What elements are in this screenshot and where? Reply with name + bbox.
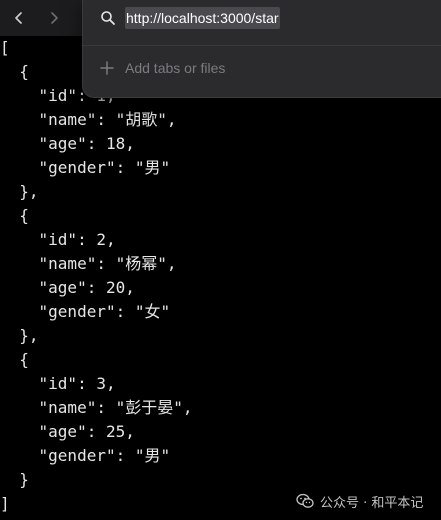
- json-line: }: [0, 470, 29, 489]
- json-line: "age": 25,: [0, 422, 135, 441]
- wechat-icon: [296, 493, 314, 508]
- json-line: {: [0, 206, 29, 225]
- json-line: "name": "胡歌",: [0, 110, 177, 129]
- popup-divider: [83, 45, 441, 46]
- json-line: "name": "彭于晏",: [0, 398, 193, 417]
- chevron-left-icon: [15, 12, 22, 24]
- url-input[interactable]: http://localhost:3000/star: [125, 7, 280, 29]
- json-response-viewer: [ { "id": 1, "name": "胡歌", "age": 18, "g…: [0, 36, 441, 520]
- url-row[interactable]: http://localhost:3000/star: [83, 0, 441, 36]
- json-line: "gender": "男": [0, 158, 171, 177]
- json-line: "name": "杨幂",: [0, 254, 177, 273]
- json-line: "age": 20,: [0, 278, 135, 297]
- watermark: 公众号 · 和平本记: [296, 491, 423, 511]
- plus-icon: [100, 61, 114, 75]
- json-line: "id": 2,: [0, 230, 116, 249]
- json-line: },: [0, 182, 39, 201]
- json-line: "gender": "男": [0, 446, 171, 465]
- json-line: "id": 3,: [0, 374, 116, 393]
- json-line: {: [0, 350, 29, 369]
- chevron-right-icon: [51, 12, 58, 24]
- back-button[interactable]: [9, 8, 29, 28]
- json-line: },: [0, 326, 39, 345]
- search-icon: [101, 11, 115, 25]
- address-bar-popup: http://localhost:3000/star Add tabs or f…: [82, 0, 441, 98]
- json-line: "gender": "女": [0, 302, 171, 321]
- json-line: "age": 18,: [0, 134, 135, 153]
- watermark-text: 公众号 · 和平本记: [320, 495, 424, 511]
- add-tabs-label: Add tabs or files: [125, 60, 226, 76]
- add-tabs-or-files-button[interactable]: Add tabs or files: [83, 55, 441, 81]
- forward-button[interactable]: [44, 8, 64, 28]
